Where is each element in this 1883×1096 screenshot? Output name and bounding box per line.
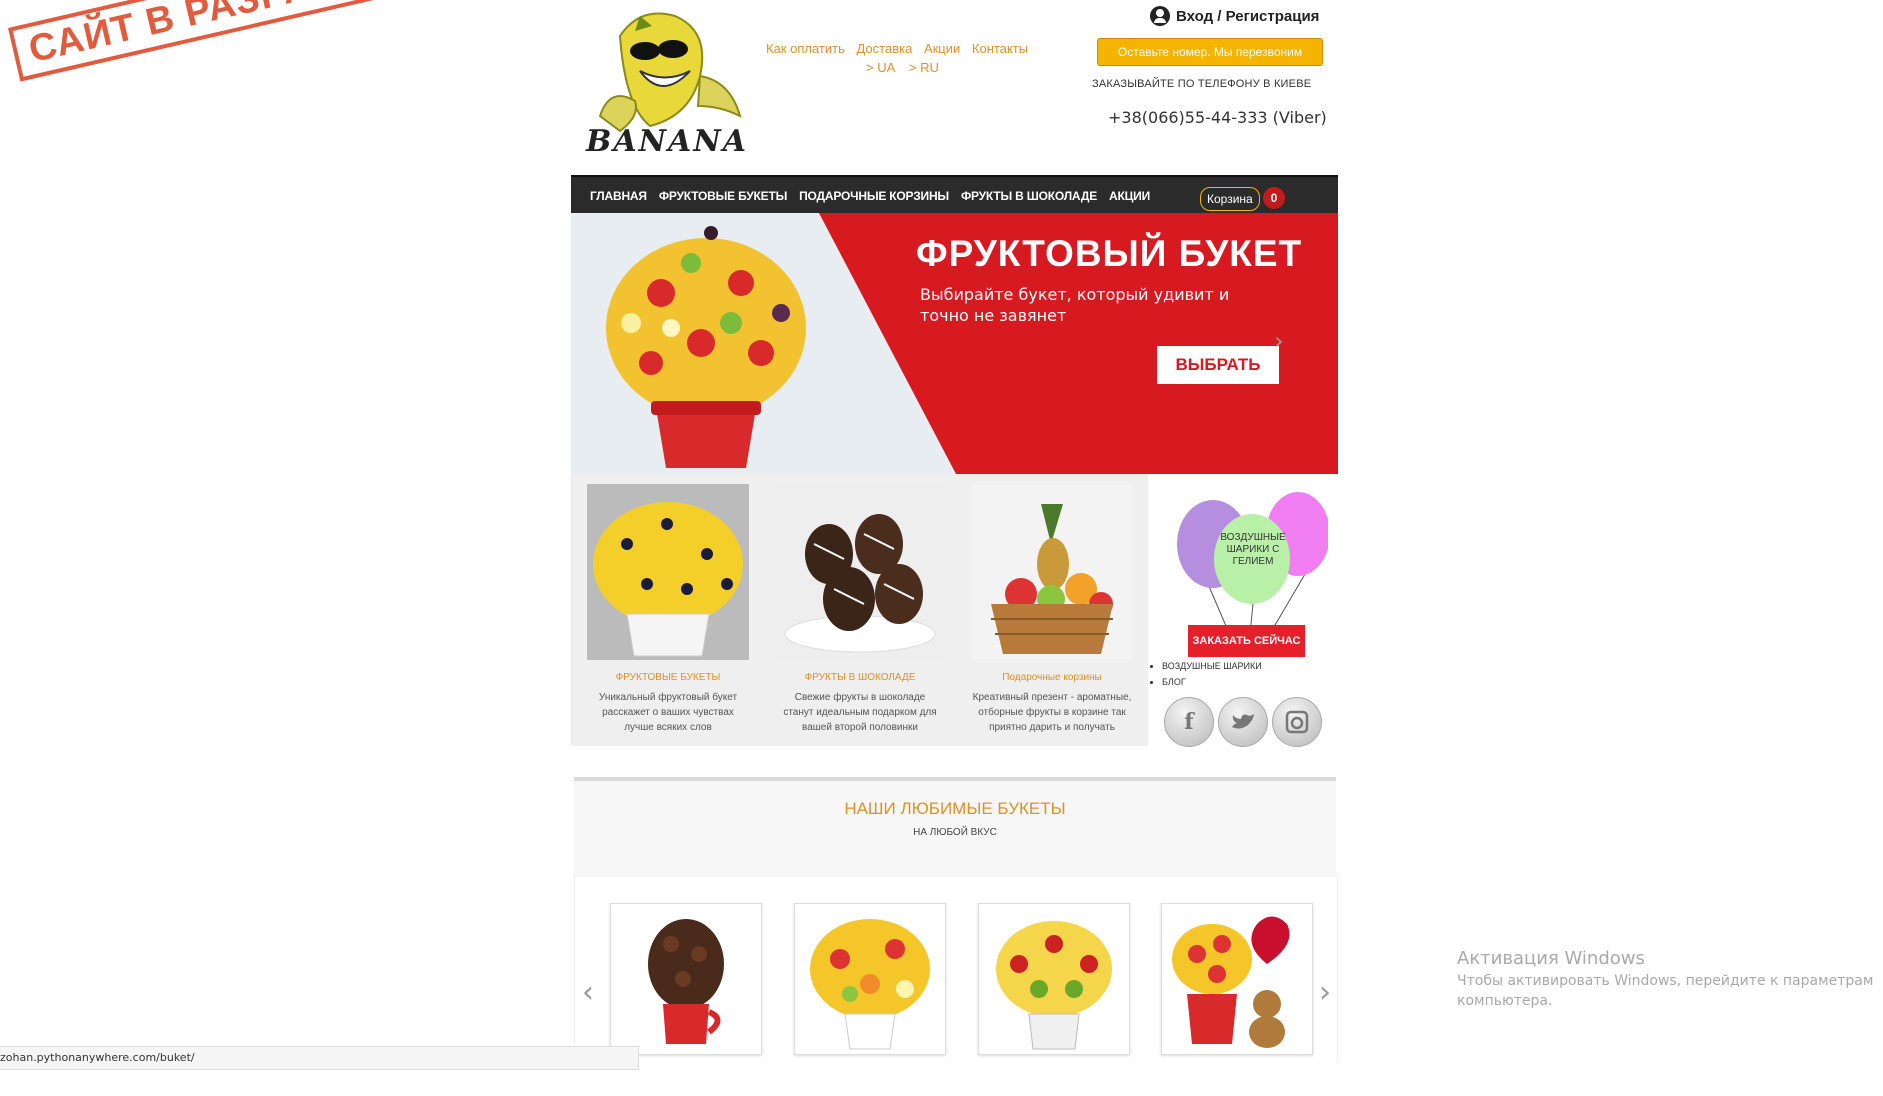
top-link-contacts[interactable]: Контакты [972,41,1028,56]
chocolate-strawberries-thumbnail [779,484,941,660]
category-title[interactable]: ФРУКТЫ В ШОКОЛАДЕ [779,672,941,683]
category-description: Уникальный фруктовый букет расскажет о в… [598,692,738,733]
chocolate-bouquet-image [648,919,724,1044]
login-label: Вход / Регистрация [1176,7,1320,25]
fruit-bouquet-image [606,226,806,468]
fruit-bouquet-thumbnail [587,484,749,660]
category-card-gift-baskets[interactable]: Подарочные корзины Креативный презент - … [971,484,1133,735]
phone-note: ЗАКАЗЫВАЙТЕ ПО ТЕЛЕФОНУ В КИЕВЕ [1092,78,1312,90]
product-card[interactable] [1161,903,1313,1055]
social-links: f [1164,697,1322,747]
category-title[interactable]: Подарочные корзины [971,672,1133,683]
watermark-text: Чтобы активировать Windows, перейдите к … [1457,973,1874,1009]
windows-activation-watermark: Активация Windows Чтобы активировать Win… [1457,948,1877,1011]
twitter-icon[interactable] [1218,697,1268,747]
favorites-subtitle: НА ЛЮБОЙ ВКУС [913,827,997,838]
product-card[interactable] [794,903,946,1055]
fruit-bouquet-image [996,921,1112,1050]
watermark-title: Активация Windows [1457,948,1645,969]
bouquet-with-teddy-bear-image [1172,916,1290,1048]
hero-subtitle: Выбирайте букет, который удивит и точно … [920,285,1230,325]
side-links: ВОЗДУШНЫЕ ШАРИКИ БЛОГ [1148,661,1262,693]
top-link-payment[interactable]: Как оплатить [766,41,845,56]
hero-choose-button[interactable]: ВЫБРАТЬ [1157,346,1279,384]
phone-number[interactable]: +38(066)55-44-333 (Viber) [1108,108,1327,127]
under-construction-stamp: САЙТ В РАЗРАБОТКЕ! [8,0,476,82]
balloons-label: ВОЗДУШНЫЕ ШАРИКИ С ГЕЛИЕМ [1220,532,1286,567]
nav-item-gift-baskets[interactable]: ПОДАРОЧНЫЕ КОРЗИНЫ [799,189,949,203]
hero-banner: ФРУКТОВЫЙ БУКЕТ Выбирайте букет, который… [571,213,1338,474]
favorites-title: НАШИ ЛЮБИМЫЕ БУКЕТЫ [844,799,1066,818]
product-card[interactable] [978,903,1130,1055]
login-link[interactable]: Вход / Регистрация [1150,6,1319,26]
top-link-promotions[interactable]: Акции [924,41,960,56]
user-icon [1150,6,1170,26]
fruit-basket-thumbnail [971,484,1133,660]
nav-item-home[interactable]: ГЛАВНАЯ [590,189,647,203]
cart-count-badge: 0 [1263,187,1285,209]
categories-panel: ФРУКТОВЫЕ БУКЕТЫ Уникальный фруктовый бу… [571,474,1148,746]
nav-item-chocolate-fruits[interactable]: ФРУКТЫ В ШОКОЛАДЕ [961,189,1097,203]
lang-ru-link[interactable]: > RU [909,60,939,75]
slider-next-icon[interactable]: › [1274,327,1284,355]
favorites-header: НАШИ ЛЮБИМЫЕ БУКЕТЫ НА ЛЮБОЙ ВКУС [574,777,1336,877]
product-card[interactable] [610,903,762,1055]
carousel-prev-icon[interactable]: ‹ [582,975,594,1010]
side-link-balloons[interactable]: ВОЗДУШНЫЕ ШАРИКИ [1162,661,1262,671]
lang-ua-link[interactable]: > UA [866,60,895,75]
nav-item-fruit-bouquets[interactable]: ФРУКТОВЫЕ БУКЕТЫ [659,189,787,203]
top-link-delivery[interactable]: Доставка [856,41,912,56]
category-description: Свежие фрукты в шоколаде станут идеальны… [783,692,937,733]
category-description: Креативный презент - ароматные, отборные… [972,692,1132,733]
carousel-next-icon[interactable]: › [1319,975,1331,1010]
instagram-icon[interactable] [1272,697,1322,747]
language-switcher: > UA > RU [866,60,949,75]
order-now-button[interactable]: ЗАКАЗАТЬ СЕЙЧАС [1188,625,1305,657]
fruit-bouquet-image [810,919,930,1050]
browser-status-url: zohan.pythonanywhere.com/buket/ [0,1046,639,1070]
logo-text: BANANA [586,124,749,159]
cart-button[interactable]: Корзина [1200,187,1260,211]
facebook-icon[interactable]: f [1164,697,1214,747]
top-links: Как оплатить Доставка Акции Контакты [766,41,1036,56]
category-title[interactable]: ФРУКТОВЫЕ БУКЕТЫ [587,672,749,683]
nav-item-promotions[interactable]: АКЦИИ [1109,189,1150,203]
site-logo[interactable]: BANANA [580,6,750,161]
side-link-blog[interactable]: БЛОГ [1162,677,1262,687]
category-card-chocolate-fruits[interactable]: ФРУКТЫ В ШОКОЛАДЕ Свежие фрукты в шокола… [779,484,941,735]
hero-title: ФРУКТОВЫЙ БУКЕТ [916,233,1303,274]
category-card-fruit-bouquets[interactable]: ФРУКТОВЫЕ БУКЕТЫ Уникальный фруктовый бу… [587,484,749,735]
callback-button[interactable]: Оставьте номер. Мы перезвоним [1097,38,1323,66]
